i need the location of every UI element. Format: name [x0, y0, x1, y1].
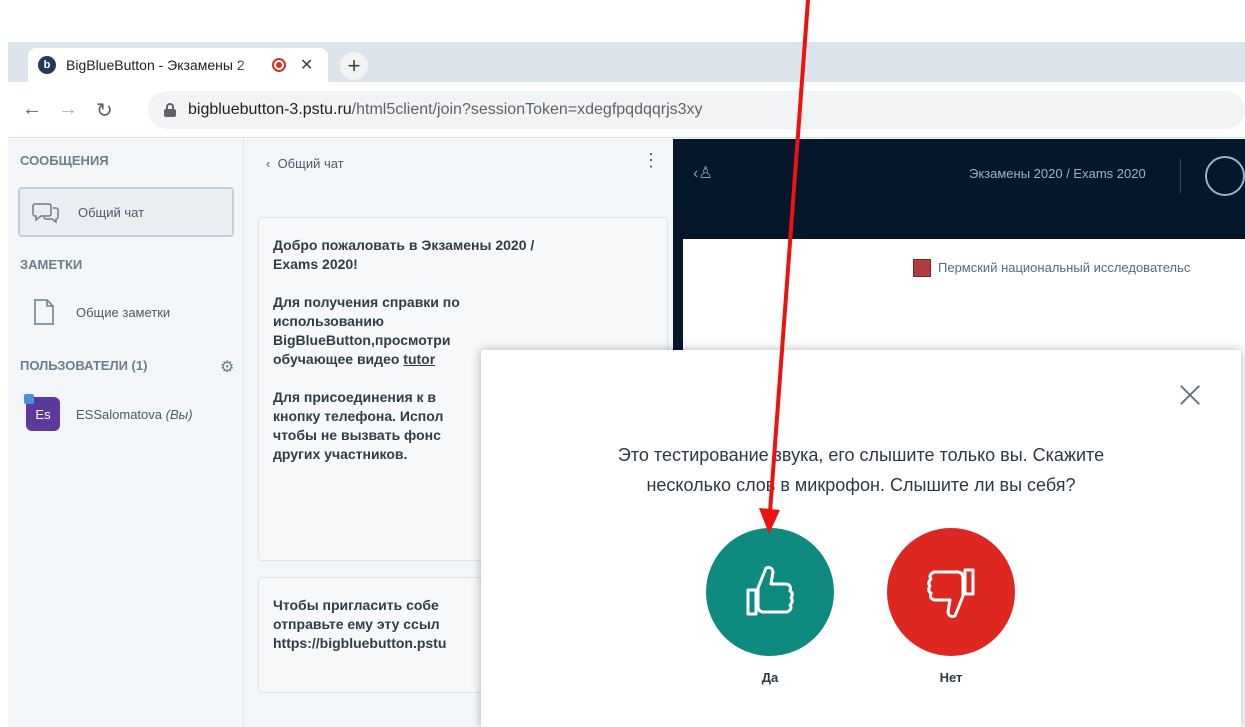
browser-tab[interactable]: b BigBlueButton - Экзамены 2 ✕ [28, 48, 328, 82]
bbb-sidebar: СООБЩЕНИЯ Общий чат ЗАМЕТКИ Общие заметк… [8, 139, 243, 727]
echo-no-button[interactable] [887, 528, 1015, 656]
invite-line: Чтобы пригласить собе [273, 597, 439, 613]
browser-tabstrip: b BigBlueButton - Экзамены 2 ✕ + [8, 42, 1245, 82]
question-line: Это тестирование звука, его слышите толь… [617, 445, 1105, 465]
join-line: других участников. [273, 446, 408, 462]
thumbs-up-icon [746, 566, 794, 616]
forward-arrow-icon[interactable]: → [58, 98, 78, 121]
back-arrow-icon[interactable]: ← [22, 98, 42, 121]
avatar: Es [24, 394, 60, 431]
sidebar-item-shared-notes[interactable]: Общие заметки [18, 287, 234, 337]
lock-icon [164, 103, 176, 117]
yes-label: Да [761, 670, 779, 685]
address-url: bigbluebutton-3.pstu.ru/html5client/join… [188, 101, 703, 118]
close-icon[interactable] [1177, 382, 1203, 408]
help-line: Для получения справки по [273, 294, 460, 310]
chat-header[interactable]: ‹ Общий чат [266, 156, 344, 171]
recording-toggle-icon[interactable] [1205, 156, 1245, 196]
tab-title: BigBlueButton - Экзамены 2 [66, 57, 245, 73]
bigbluebutton-favicon-icon: b [38, 56, 56, 74]
thumbs-down-icon [927, 568, 975, 618]
university-logo-icon [913, 259, 931, 277]
join-line: кнопку телефона. Испол [273, 408, 444, 424]
no-answer: Нет [887, 528, 1015, 685]
echo-test-modal: Это тестирование звука, его слышите толь… [481, 350, 1241, 727]
tab-close-icon[interactable]: ✕ [300, 55, 313, 75]
help-line: использованию [273, 313, 384, 329]
address-bar[interactable]: bigbluebutton-3.pstu.ru/html5client/join… [148, 91, 1245, 129]
help-line: BigBlueButton,просмотри [273, 332, 451, 348]
browser-toolbar: ← → ↻ bigbluebutton-3.pstu.ru/html5clien… [8, 82, 1245, 138]
document-icon [30, 299, 58, 325]
meeting-title: Экзамены 2020 / Exams 2020 [969, 166, 1146, 181]
users-heading: ПОЛЬЗОВАТЕЛИ (1) [20, 358, 148, 373]
question-line: несколько слов в микрофон. Слышите ли вы… [646, 475, 1076, 495]
help-line: обучающее видео [273, 351, 404, 367]
chat-options-kebab-icon[interactable]: ⋮ [642, 151, 660, 169]
join-line: чтобы не вызвать фонс [273, 427, 441, 443]
invite-line: отправьте ему эту ссыл [273, 616, 440, 632]
sidebar-item-public-chat[interactable]: Общий чат [18, 187, 234, 237]
sidebar-item-label: Общий чат [78, 204, 145, 220]
messages-heading: СООБЩЕНИЯ [20, 153, 109, 168]
echo-yes-button[interactable] [706, 528, 834, 656]
header-divider [1180, 159, 1181, 193]
no-label: Нет [939, 670, 963, 685]
yes-answer: Да [706, 528, 834, 685]
tutorial-link[interactable]: tutor [403, 351, 435, 367]
sidebar-item-label: Общие заметки [76, 304, 171, 320]
slide-caption: Пермский национальный исследовательс [938, 260, 1191, 275]
user-name: ESSalomatova [76, 406, 162, 422]
user-list-item[interactable]: Es ESSalomatova (Вы) [24, 394, 193, 431]
welcome-line: Добро пожаловать в Экзамены 2020 / [273, 237, 535, 253]
recording-indicator-icon [272, 58, 286, 72]
join-line: Для присоединения к в [273, 389, 437, 405]
chat-bubbles-icon [32, 199, 60, 225]
notes-heading: ЗАМЕТКИ [20, 257, 83, 272]
echo-test-question: Это тестирование звука, его слышите толь… [521, 440, 1201, 500]
new-tab-button[interactable]: + [340, 52, 368, 80]
toggle-userlist-icon[interactable]: ‹♙ [693, 163, 713, 183]
welcome-line: Exams 2020! [273, 256, 358, 272]
reload-icon[interactable]: ↻ [96, 98, 113, 123]
user-you-tag: (Вы) [165, 406, 193, 422]
screenshot-root: b BigBlueButton - Экзамены 2 ✕ + ← → ↻ b… [0, 0, 1245, 727]
invite-link[interactable]: https://bigbluebutton.pstu [273, 635, 446, 651]
user-settings-gear-icon[interactable]: ⚙ [220, 357, 234, 377]
